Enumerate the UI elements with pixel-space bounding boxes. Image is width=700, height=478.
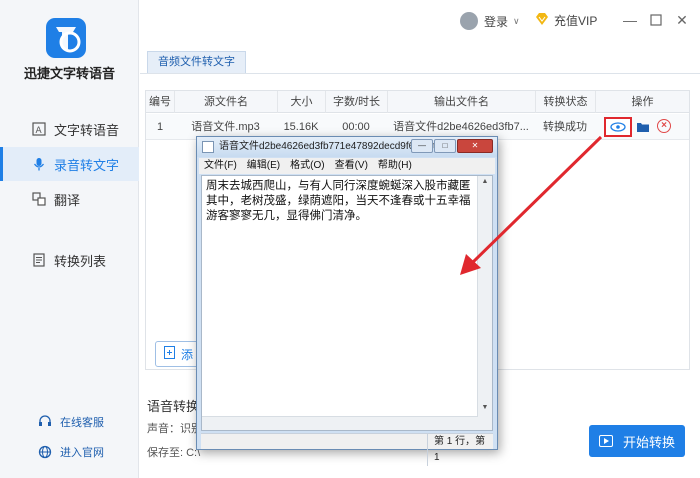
annotation-arrow bbox=[460, 135, 603, 275]
